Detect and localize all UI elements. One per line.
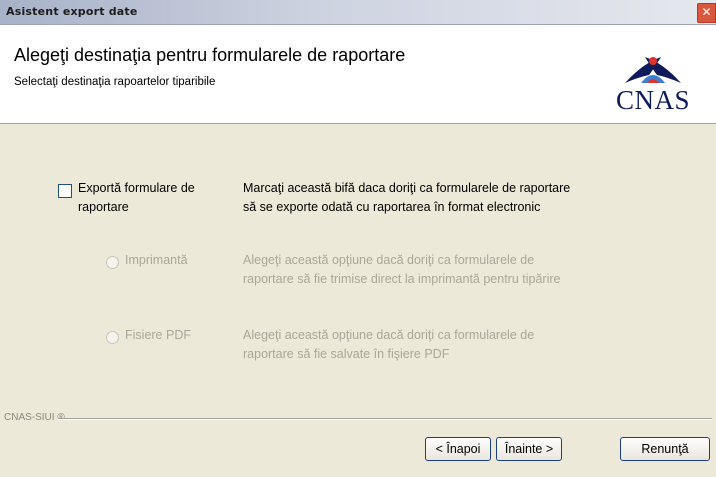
export-desc-line1: Marcaţi această bifă daca doriţi ca form…	[243, 181, 571, 195]
branding-tag: CNAS-SIUI ®	[4, 412, 65, 423]
export-forms-label-line1: Exportă formulare de	[78, 181, 195, 195]
close-button[interactable]: ✕	[697, 3, 716, 23]
pdf-desc-line2: raportare să fie salvate în fişiere PDF	[243, 347, 450, 361]
wizard-header: Alegeţi destinaţia pentru formularele de…	[0, 25, 716, 124]
title-bar[interactable]: Asistent export date ✕	[0, 0, 716, 25]
printer-description: Alegeţi această opţiune dacă doriţi ca f…	[243, 251, 560, 289]
printer-radio[interactable]	[106, 256, 119, 269]
pdf-label[interactable]: Fisiere PDF	[125, 326, 191, 345]
export-forms-label-line2: raportare	[78, 200, 129, 214]
export-forms-label[interactable]: Exportă formulare de raportare	[78, 179, 195, 217]
footer-divider	[58, 418, 712, 420]
cancel-button[interactable]: Renunţă	[620, 437, 710, 461]
cnas-logo: CNAS	[603, 53, 703, 115]
page-title: Alegeţi destinaţia pentru formularele de…	[14, 45, 406, 65]
printer-desc-line1: Alegeţi această opţiune dacă doriţi ca f…	[243, 253, 535, 267]
wizard-content: Exportă formulare de raportare Marcaţi a…	[0, 124, 716, 414]
logo-text: CNAS	[615, 85, 691, 115]
window-title: Asistent export date	[6, 5, 138, 18]
close-icon: ✕	[701, 5, 712, 19]
pdf-description: Alegeţi această opţiune dacă doriţi ca f…	[243, 326, 534, 364]
printer-label[interactable]: Imprimantă	[125, 251, 188, 270]
export-forms-checkbox[interactable]	[58, 184, 72, 198]
pdf-desc-line1: Alegeţi această opţiune dacă doriţi ca f…	[243, 328, 535, 342]
wizard-window: Asistent export date ✕ Alegeţi destinaţi…	[0, 0, 716, 477]
pdf-radio[interactable]	[106, 331, 119, 344]
eagle-emblem-icon	[625, 57, 681, 83]
page-subtitle: Selectaţi destinaţia rapoartelor tiparib…	[14, 76, 216, 88]
printer-desc-line2: raportare să fie trimise direct la impri…	[243, 272, 561, 286]
export-desc-line2: să se exporte odată cu raportarea în for…	[243, 200, 541, 214]
back-button[interactable]: < Înapoi	[425, 437, 491, 461]
export-forms-description: Marcaţi această bifă daca doriţi ca form…	[243, 179, 570, 217]
next-button[interactable]: Înainte >	[496, 437, 562, 461]
